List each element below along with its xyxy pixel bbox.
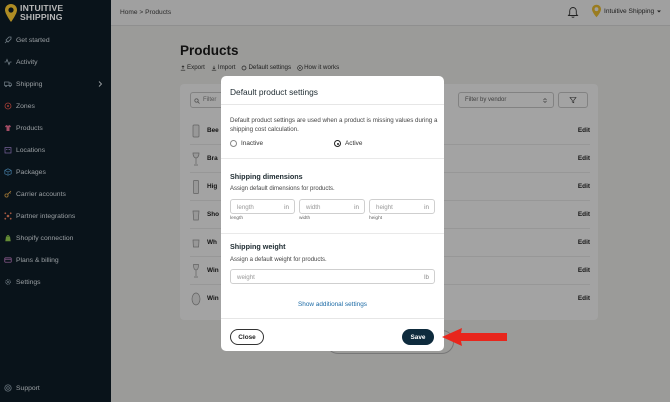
modal-title: Default product settings — [230, 87, 318, 97]
radio-inactive[interactable]: Inactive — [230, 140, 263, 147]
shipping-dimensions-title: Shipping dimensions — [230, 172, 303, 181]
divider — [221, 158, 444, 159]
width-placeholder: width — [306, 204, 321, 211]
show-additional-settings-link[interactable]: Show additional settings — [221, 301, 444, 308]
divider — [221, 233, 444, 234]
radio-active-label: Active — [345, 140, 363, 147]
length-unit: in — [284, 204, 289, 211]
width-input[interactable]: width in — [299, 199, 365, 214]
weight-input[interactable]: weight lb — [230, 269, 435, 284]
sidebar-dim-overlay — [0, 0, 111, 402]
length-input[interactable]: length in — [230, 199, 295, 214]
modal-header: Default product settings — [221, 76, 444, 105]
modal-description: Default product settings are used when a… — [230, 117, 438, 133]
close-button[interactable]: Close — [230, 329, 264, 345]
height-placeholder: height — [376, 204, 393, 211]
shipping-dimensions-subtitle: Assign default dimensions for products. — [230, 186, 335, 192]
default-product-settings-modal: Default product settings Default product… — [221, 76, 444, 351]
annotation-arrow-icon — [442, 328, 507, 346]
shipping-weight-title: Shipping weight — [230, 242, 286, 251]
radio-inactive-label: Inactive — [241, 140, 264, 147]
height-caption: height — [369, 216, 383, 221]
weight-unit: lb — [424, 274, 429, 281]
save-button[interactable]: Save — [402, 329, 434, 345]
shipping-weight-subtitle: Assign a default weight for products. — [230, 257, 327, 263]
height-input[interactable]: height in — [369, 199, 435, 214]
length-caption: length — [230, 216, 244, 221]
radio-inactive-circle[interactable] — [230, 140, 237, 147]
weight-placeholder: weight — [237, 274, 255, 281]
height-unit: in — [424, 204, 429, 211]
width-caption: width — [299, 216, 311, 221]
radio-active[interactable]: Active — [334, 140, 362, 147]
modal-footer: Close Save — [221, 318, 444, 351]
width-unit: in — [354, 204, 359, 211]
radio-active-circle[interactable] — [334, 140, 341, 147]
length-placeholder: length — [237, 204, 254, 211]
